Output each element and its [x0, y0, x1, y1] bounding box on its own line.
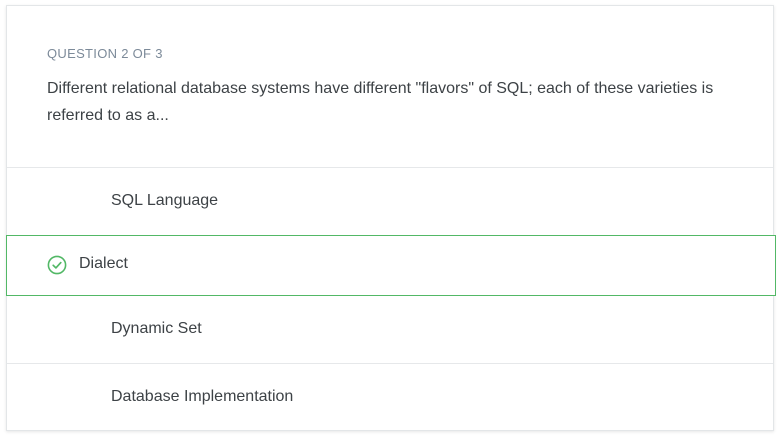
answer-option-database-implementation[interactable]: Database Implementation: [7, 364, 773, 430]
question-card: QUESTION 2 OF 3 Different relational dat…: [6, 5, 776, 431]
question-header: QUESTION 2 OF 3 Different relational dat…: [7, 6, 773, 168]
check-circle-icon: [47, 255, 67, 275]
answer-option-label: Dialect: [79, 255, 128, 272]
answer-option-label: Database Implementation: [111, 388, 294, 405]
answer-option-label: Dynamic Set: [111, 320, 202, 337]
question-text: Different relational database systems ha…: [47, 80, 714, 124]
answer-option-sql-language[interactable]: SQL Language: [7, 168, 773, 236]
question-counter: QUESTION 2 OF 3: [47, 46, 163, 61]
answer-option-dialect[interactable]: Dialect: [6, 235, 776, 296]
answer-option-label: SQL Language: [111, 192, 219, 209]
answer-option-dynamic-set[interactable]: Dynamic Set: [7, 296, 773, 364]
